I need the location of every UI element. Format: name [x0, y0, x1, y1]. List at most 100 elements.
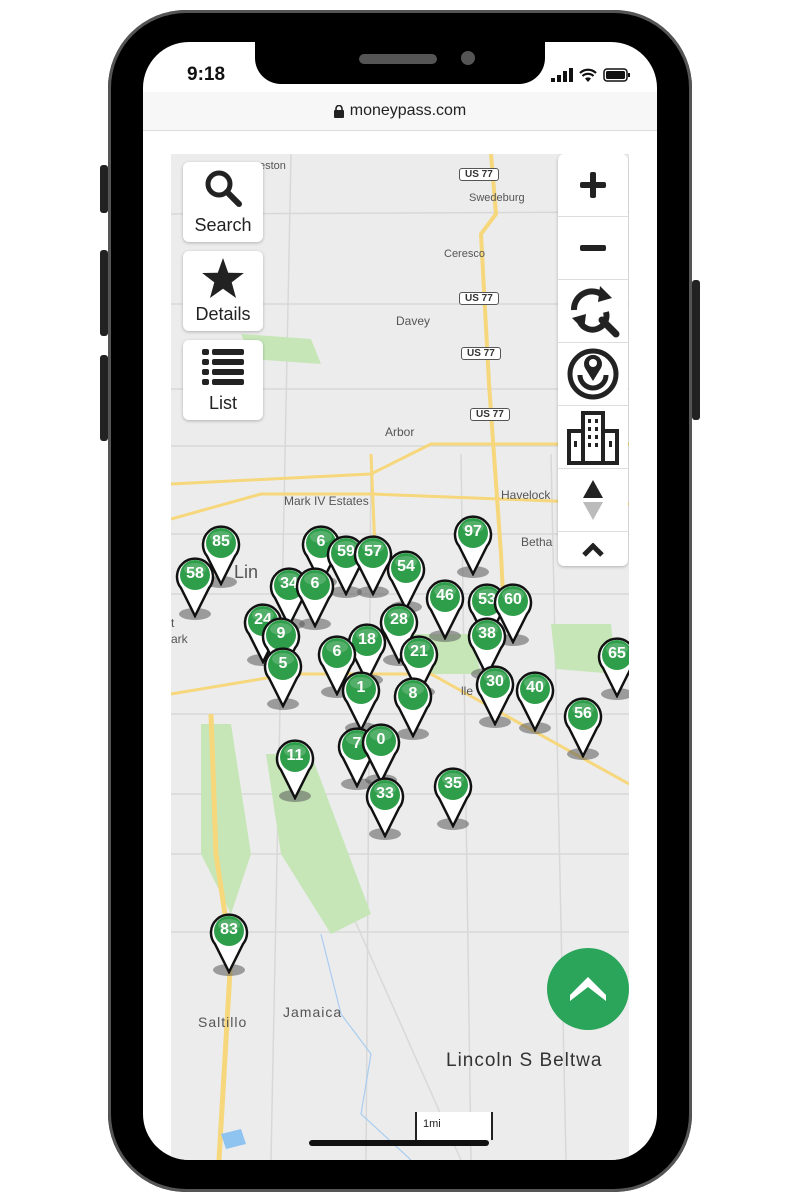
map-label: Betha	[521, 535, 553, 549]
pin-number: 65	[608, 645, 626, 662]
pin-number: 56	[574, 705, 592, 722]
details-label: Details	[195, 304, 251, 324]
map-label: Davey	[396, 314, 431, 328]
atm-location-pin[interactable]: 33	[365, 776, 405, 840]
atm-location-pin[interactable]: 35	[433, 766, 473, 830]
pin-number: 46	[436, 587, 454, 604]
pin-number: 6	[332, 643, 342, 660]
pin-number: 1	[356, 679, 366, 696]
power-button	[692, 280, 700, 420]
road-shield: US 77	[459, 168, 499, 181]
map-label: Havelock	[501, 488, 551, 502]
speaker	[359, 54, 437, 64]
pin-number: 83	[220, 921, 238, 938]
map-scale: 1mi	[415, 1112, 493, 1140]
map-toolbar	[558, 154, 628, 566]
map-label: eston	[259, 160, 286, 172]
pin-number: 30	[486, 673, 504, 690]
url-text: moneypass.com	[349, 102, 467, 119]
list-icon	[202, 349, 244, 385]
map-label: Lincoln S Beltwa	[446, 1050, 603, 1071]
pin-number: 97	[464, 523, 482, 540]
signal-icon	[551, 68, 573, 82]
zoom-in-button[interactable]	[558, 154, 628, 217]
atm-location-pin[interactable]: 97	[453, 514, 493, 578]
pin-number: 9	[276, 625, 286, 642]
map-view[interactable]: eston Swedeburg Ceresco Davey Arbor Mark…	[171, 154, 629, 1160]
collapse-toolbar-button[interactable]	[558, 532, 628, 568]
side-button	[100, 165, 108, 213]
pin-number: 33	[376, 785, 394, 802]
atm-location-pin[interactable]: 58	[175, 556, 215, 620]
atm-location-pin[interactable]: 0	[361, 722, 401, 786]
pin-number: 60	[504, 591, 522, 608]
plus-icon	[580, 172, 606, 198]
map-label: Ceresco	[444, 248, 485, 260]
star-icon	[202, 258, 244, 298]
pin-number: 21	[410, 643, 428, 660]
list-label: List	[208, 393, 237, 413]
atm-location-pin[interactable]: 46	[425, 578, 465, 642]
minus-icon	[580, 245, 606, 251]
location-target-icon	[567, 348, 619, 400]
wifi-icon	[579, 68, 597, 82]
search-button[interactable]: Search	[183, 162, 263, 242]
map-label: ark	[171, 632, 188, 646]
map-label: Arbor	[385, 425, 415, 439]
pin-number: 5	[278, 655, 288, 672]
notch	[255, 42, 545, 84]
search-area-button[interactable]	[558, 280, 628, 343]
zoom-out-button[interactable]	[558, 217, 628, 280]
pin-number: 6	[310, 575, 320, 592]
lock-icon	[333, 104, 344, 118]
sort-button[interactable]	[558, 469, 628, 532]
pin-number: 38	[478, 625, 496, 642]
map-label: t	[171, 616, 175, 630]
volume-down-button	[100, 355, 108, 441]
pin-number: 58	[186, 565, 204, 582]
refresh-search-icon	[571, 286, 620, 338]
road-shield: US 77	[459, 292, 499, 305]
scale-label: 1mi	[423, 1118, 441, 1130]
details-button[interactable]: Details	[183, 251, 263, 331]
phone-screen: 9:18 moneypass.com eston Swedeburg Ceres…	[143, 42, 657, 1160]
map-label: Jamaica	[283, 1004, 343, 1020]
status-time: 9:18	[187, 64, 226, 85]
atm-location-pin[interactable]: 5	[263, 646, 303, 710]
map-label: Mark IV Estates	[284, 494, 369, 508]
sort-arrows-icon	[583, 480, 603, 520]
atm-location-pin[interactable]: 30	[475, 664, 515, 728]
chevron-up-icon	[570, 977, 606, 1001]
my-location-button[interactable]	[558, 343, 628, 406]
url-bar[interactable]: moneypass.com	[143, 92, 657, 131]
map-label: lle	[461, 684, 474, 698]
atm-location-pin[interactable]: 11	[275, 738, 315, 802]
atm-location-pin[interactable]: 83	[209, 912, 249, 976]
road-shield: US 77	[470, 408, 510, 421]
road-shield: US 77	[461, 347, 501, 360]
pin-number: 40	[526, 679, 544, 696]
pin-number: 8	[408, 685, 418, 702]
map-label: Swedeburg	[469, 192, 525, 204]
atm-location-pin[interactable]: 65	[597, 636, 629, 700]
home-indicator	[309, 1140, 489, 1146]
volume-up-button	[100, 250, 108, 336]
list-button[interactable]: List	[183, 340, 263, 420]
pin-number: 54	[397, 558, 415, 575]
pin-number: 35	[444, 775, 462, 792]
buildings-button[interactable]	[558, 406, 628, 469]
building-icon	[567, 411, 619, 465]
search-label: Search	[194, 215, 252, 235]
battery-icon	[603, 68, 630, 82]
atm-location-pin[interactable]: 6	[295, 566, 335, 630]
search-icon	[205, 170, 242, 207]
pin-number: 85	[212, 533, 230, 550]
chevron-up-icon	[582, 543, 604, 557]
camera	[461, 51, 475, 65]
scroll-top-button[interactable]	[547, 948, 629, 1030]
atm-location-pin[interactable]: 40	[515, 670, 555, 734]
atm-location-pin[interactable]: 56	[563, 696, 603, 760]
pin-number: 0	[376, 731, 386, 748]
pin-number: 11	[286, 747, 304, 764]
map-label: Saltillo	[198, 1014, 248, 1030]
